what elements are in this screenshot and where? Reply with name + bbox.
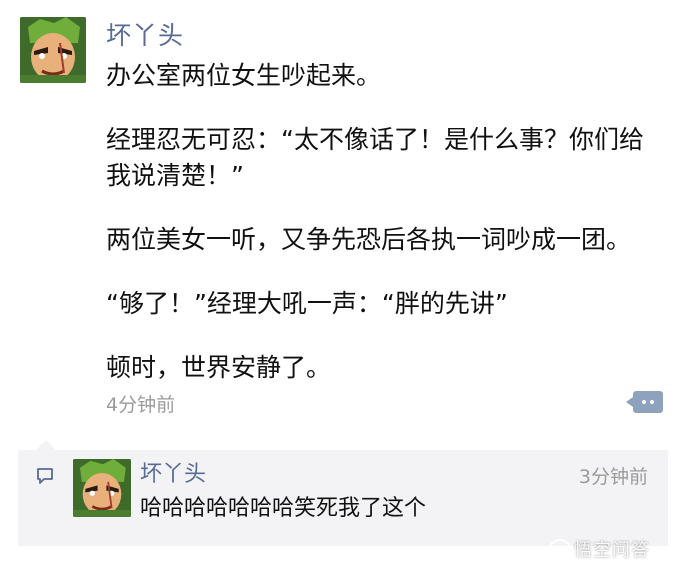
avatar-icon: [20, 17, 86, 83]
watermark-text: 悟空问答: [574, 540, 650, 561]
comment-author-name[interactable]: 坏丫头: [140, 456, 206, 488]
moments-page: 坏丫头 办公室两位女生吵起来。 经理忍无可忍：“太不像话了！是什么事？你们给我说…: [0, 0, 690, 568]
post-timestamp: 4分钟前: [106, 394, 176, 416]
comment-timestamp: 3分钟前: [578, 466, 648, 488]
post-author-avatar[interactable]: [20, 17, 86, 83]
post-paragraph: 顿时，世界安静了。: [106, 353, 332, 382]
comment-author-avatar[interactable]: [73, 459, 131, 517]
comment-bubble-icon: [37, 468, 53, 484]
wukong-logo-icon: [549, 539, 571, 557]
post-paragraph: 两位美女一听，又争先恐后各执一词吵成一团。: [106, 225, 632, 254]
post-author-name[interactable]: 坏丫头: [106, 16, 184, 52]
comment-more-button[interactable]: [626, 391, 663, 413]
post-paragraph: 办公室两位女生吵起来。: [106, 61, 382, 90]
post-content: 办公室两位女生吵起来。 经理忍无可忍：“太不像话了！是什么事？你们给我说清楚！”…: [106, 58, 666, 414]
post-paragraph: 经理忍无可忍：“太不像话了！是什么事？你们给我说清楚！”: [106, 125, 644, 190]
post-paragraph: “够了！”经理大吼一声：“胖的先讲”: [106, 289, 508, 318]
comment-text[interactable]: 哈哈哈哈哈哈哈笑死我了这个: [140, 490, 426, 522]
comment-section: 坏丫头 3分钟前 哈哈哈哈哈哈哈笑死我了这个: [18, 440, 668, 546]
comment-more-icon: [626, 397, 633, 407]
avatar-icon: [73, 459, 131, 517]
